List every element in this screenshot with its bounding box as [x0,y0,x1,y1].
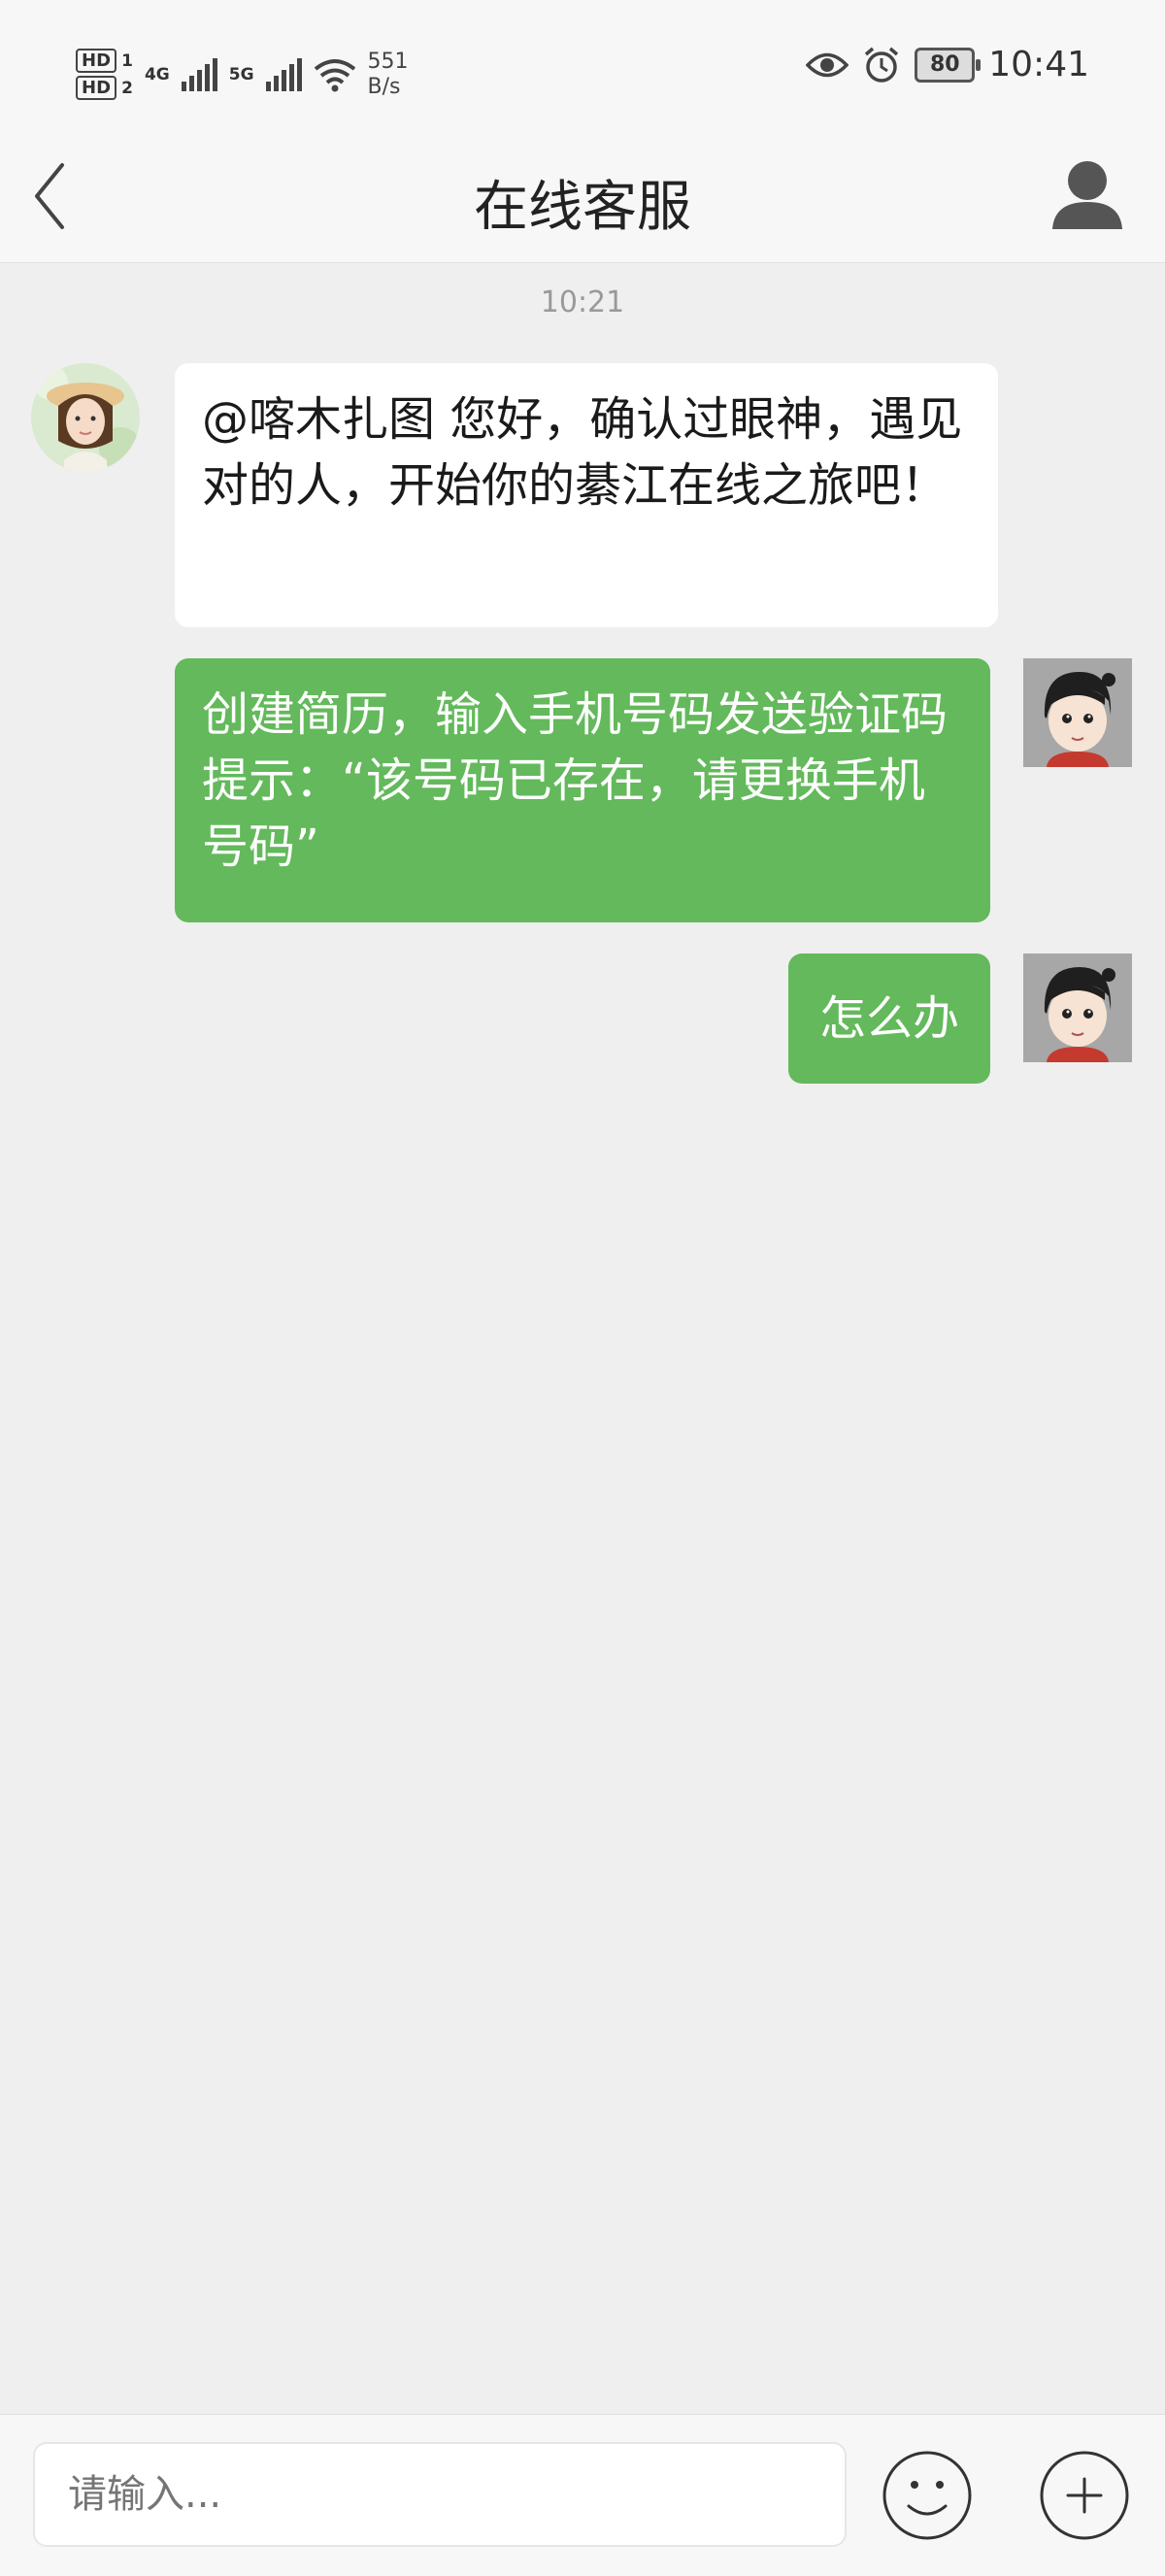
battery-indicator: 80 [915,47,982,83]
my-avatar-image [1023,953,1132,1062]
outgoing-message[interactable]: 创建简历，输入手机号码发送验证码提示：“该号码已存在，请更换手机号码” [175,658,990,922]
plus-icon[interactable] [1039,2450,1130,2541]
status-right: 80 10:41 [806,45,1089,84]
message-input[interactable] [33,2442,847,2547]
wifi-icon [314,59,355,92]
page-title: 在线客服 [474,176,691,239]
clock: 10:41 [988,45,1089,84]
net-speed: 551 B/s [368,50,409,100]
chat-timestamp: 10:21 [540,285,625,319]
net-speed-unit: B/s [367,75,401,99]
hd2-row: HD 2 [76,76,133,100]
signal-2-icon [265,58,302,91]
app-header: 在线客服 [0,146,1165,263]
composer-bar [0,2414,1165,2576]
hd2-badge: HD [76,76,117,100]
network-2-label: 5G [228,65,254,84]
eye-icon [806,52,849,77]
hd-indicators: HD 1 HD 2 [76,49,133,100]
incoming-message[interactable]: @喀木扎图 您好，确认过眼神，遇见对的人，开始你的綦江在线之旅吧！ [175,363,998,627]
hd2-sub: 2 [121,79,133,98]
status-bar: HD 1 HD 2 4G 5G 551 B/s 80 10:41 [0,0,1165,146]
service-avatar[interactable] [31,363,140,472]
my-avatar[interactable] [1023,658,1132,767]
hd1-row: HD 1 [76,49,133,73]
network-1-label: 4G [144,65,170,84]
net-speed-value: 551 [367,50,409,74]
hd1-badge: HD [76,49,117,73]
service-avatar-image [31,363,140,472]
my-avatar[interactable] [1023,953,1132,1062]
emoji-icon[interactable] [882,2450,973,2541]
outgoing-message[interactable]: 怎么办 [788,953,990,1084]
user-profile-icon[interactable] [1048,153,1126,235]
hd1-sub: 1 [121,51,133,71]
signal-1-icon [181,58,217,91]
status-left: HD 1 HD 2 4G 5G 551 B/s [76,43,409,107]
my-avatar-image [1023,658,1132,767]
alarm-icon [865,47,899,83]
